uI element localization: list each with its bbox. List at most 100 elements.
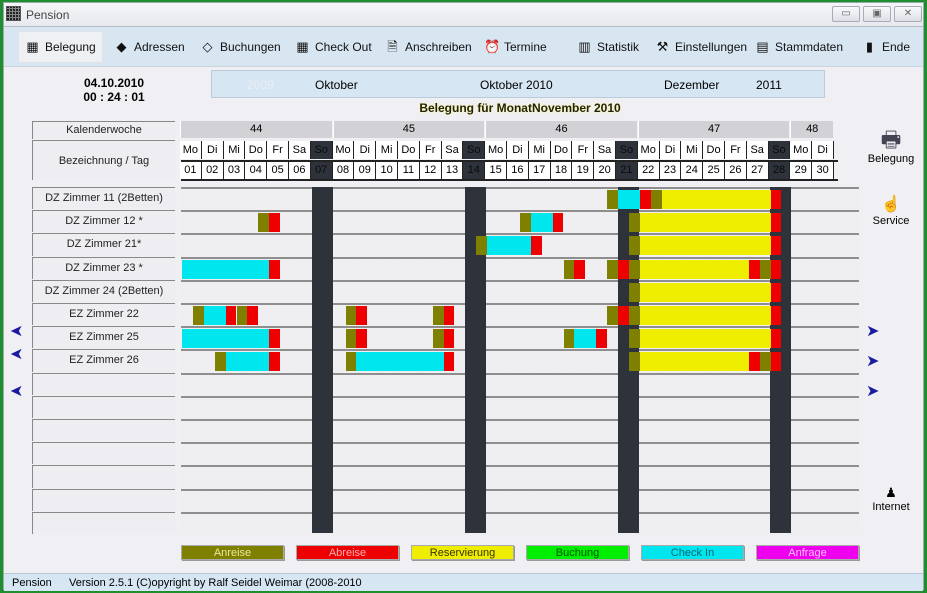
- room-label[interactable]: DZ Zimmer 11 (2Betten): [32, 187, 175, 210]
- toolbar-button-buchungen[interactable]: ◇ Buchungen: [194, 31, 287, 63]
- booking-abreise[interactable]: [770, 259, 782, 279]
- booking-abreise[interactable]: [748, 352, 760, 372]
- booking-checkin[interactable]: [530, 213, 553, 233]
- booking-reservierung[interactable]: [639, 306, 771, 325]
- legend-reservierung[interactable]: Reservierung: [411, 545, 514, 560]
- booking-reservierung[interactable]: [639, 282, 771, 302]
- close-button[interactable]: ✕: [894, 6, 922, 22]
- booking-reservierung[interactable]: [639, 352, 749, 372]
- booking-abreise[interactable]: [770, 190, 782, 209]
- booking-anreise[interactable]: [476, 236, 488, 256]
- scroll-right-arrow-2[interactable]: ➤: [866, 351, 879, 371]
- prev-year-button[interactable]: 2009: [247, 78, 274, 92]
- room-row[interactable]: [181, 511, 859, 535]
- booking-abreise[interactable]: [530, 236, 542, 256]
- room-label[interactable]: DZ Zimmer 21*(Doppelbetten): [32, 233, 175, 271]
- room-label[interactable]: EZ Zimmer 26: [32, 349, 175, 372]
- booking-anreise[interactable]: [607, 306, 618, 325]
- legend-abreise[interactable]: Abreise: [296, 545, 399, 560]
- toolbar-button-belegung[interactable]: ▦ Belegung: [18, 31, 103, 63]
- booking-anreise[interactable]: [258, 213, 270, 233]
- booking-abreise[interactable]: [356, 329, 368, 349]
- booking-anreise[interactable]: [650, 190, 662, 209]
- room-label[interactable]: [32, 442, 175, 465]
- room-label[interactable]: DZ Zimmer 23 *(Doppelbetten): [32, 256, 175, 294]
- toolbar-button-einstellungen[interactable]: ⚒ Einstellungen: [649, 31, 753, 63]
- booking-anreise[interactable]: [628, 236, 640, 256]
- booking-anreise[interactable]: [563, 329, 575, 349]
- room-label[interactable]: [32, 511, 175, 534]
- booking-abreise[interactable]: [770, 329, 782, 349]
- scroll-left-arrow-3[interactable]: ➤: [10, 381, 23, 401]
- maximize-button[interactable]: ▣: [863, 6, 891, 22]
- toolbar-button-stammdaten[interactable]: ▤ Stammdaten: [749, 31, 849, 63]
- legend-buchung[interactable]: Buchung: [526, 545, 629, 560]
- legend-anreise[interactable]: Anreise: [181, 545, 284, 560]
- booking-abreise[interactable]: [443, 306, 455, 325]
- booking-anreise[interactable]: [519, 213, 531, 233]
- scroll-left-arrow-2[interactable]: ➤: [10, 344, 23, 364]
- booking-reservierung[interactable]: [639, 213, 771, 233]
- booking-checkin[interactable]: [574, 329, 597, 349]
- booking-checkin[interactable]: [182, 329, 270, 349]
- booking-reservierung[interactable]: [639, 259, 749, 279]
- booking-anreise[interactable]: [628, 259, 640, 279]
- booking-checkin[interactable]: [356, 352, 444, 372]
- booking-abreise[interactable]: [269, 329, 281, 349]
- booking-anreise[interactable]: [759, 352, 771, 372]
- room-label[interactable]: [32, 395, 175, 418]
- booking-anreise[interactable]: [628, 352, 640, 372]
- prev-month-button[interactable]: Oktober: [315, 78, 358, 92]
- booking-abreise[interactable]: [443, 329, 455, 349]
- scroll-right-arrow-3[interactable]: ➤: [866, 381, 879, 401]
- room-label[interactable]: [32, 419, 175, 442]
- room-row[interactable]: [181, 465, 859, 489]
- booking-reservierung[interactable]: [661, 190, 771, 209]
- room-row[interactable]: [181, 372, 859, 396]
- booking-anreise[interactable]: [345, 306, 357, 325]
- toolbar-button-check-out[interactable]: ▦ Check Out: [289, 31, 378, 63]
- booking-anreise[interactable]: [432, 329, 444, 349]
- booking-anreise[interactable]: [345, 352, 357, 372]
- booking-anreise[interactable]: [192, 306, 204, 325]
- booking-abreise[interactable]: [618, 259, 629, 279]
- booking-abreise[interactable]: [574, 259, 586, 279]
- booking-reservierung[interactable]: [639, 236, 771, 256]
- toolbar-button-anschreiben[interactable]: 🗎 Anschreiben: [379, 31, 478, 63]
- booking-checkin[interactable]: [225, 352, 270, 372]
- booking-abreise[interactable]: [770, 306, 782, 325]
- toolbar-button-statistik[interactable]: ▥ Statistik: [571, 31, 645, 63]
- minimize-button[interactable]: ▭: [832, 6, 860, 22]
- next-year-button[interactable]: 2011: [756, 78, 782, 92]
- booking-anreise[interactable]: [236, 306, 248, 325]
- legend-checkin[interactable]: Check In: [641, 545, 744, 560]
- booking-checkin[interactable]: [487, 236, 531, 256]
- booking-anreise[interactable]: [214, 352, 226, 372]
- booking-anreise[interactable]: [432, 306, 444, 325]
- booking-anreise[interactable]: [607, 190, 618, 209]
- booking-checkin[interactable]: [203, 306, 226, 325]
- booking-checkin[interactable]: [618, 190, 640, 209]
- booking-abreise[interactable]: [770, 213, 782, 233]
- booking-anreise[interactable]: [607, 259, 618, 279]
- booking-anreise[interactable]: [628, 329, 640, 349]
- booking-abreise[interactable]: [269, 352, 281, 372]
- service-button[interactable]: ☝ Service: [866, 195, 916, 227]
- booking-anreise[interactable]: [345, 329, 357, 349]
- booking-abreise[interactable]: [552, 213, 564, 233]
- next-month-button[interactable]: Dezember: [664, 78, 719, 92]
- toolbar-button-termine[interactable]: ⏰ Termine: [478, 31, 553, 63]
- booking-abreise[interactable]: [770, 282, 782, 302]
- room-row[interactable]: [181, 419, 859, 442]
- room-label[interactable]: EZ Zimmer 25: [32, 326, 175, 349]
- booking-abreise[interactable]: [356, 306, 368, 325]
- current-month-button[interactable]: Oktober 2010: [480, 78, 553, 92]
- scroll-left-arrow-1[interactable]: ➤: [10, 321, 23, 341]
- booking-anreise[interactable]: [563, 259, 575, 279]
- booking-anreise[interactable]: [759, 259, 771, 279]
- room-label[interactable]: EZ Zimmer 22: [32, 303, 175, 326]
- booking-abreise[interactable]: [225, 306, 237, 325]
- booking-anreise[interactable]: [628, 282, 640, 302]
- booking-anreise[interactable]: [628, 306, 640, 325]
- booking-anreise[interactable]: [628, 213, 640, 233]
